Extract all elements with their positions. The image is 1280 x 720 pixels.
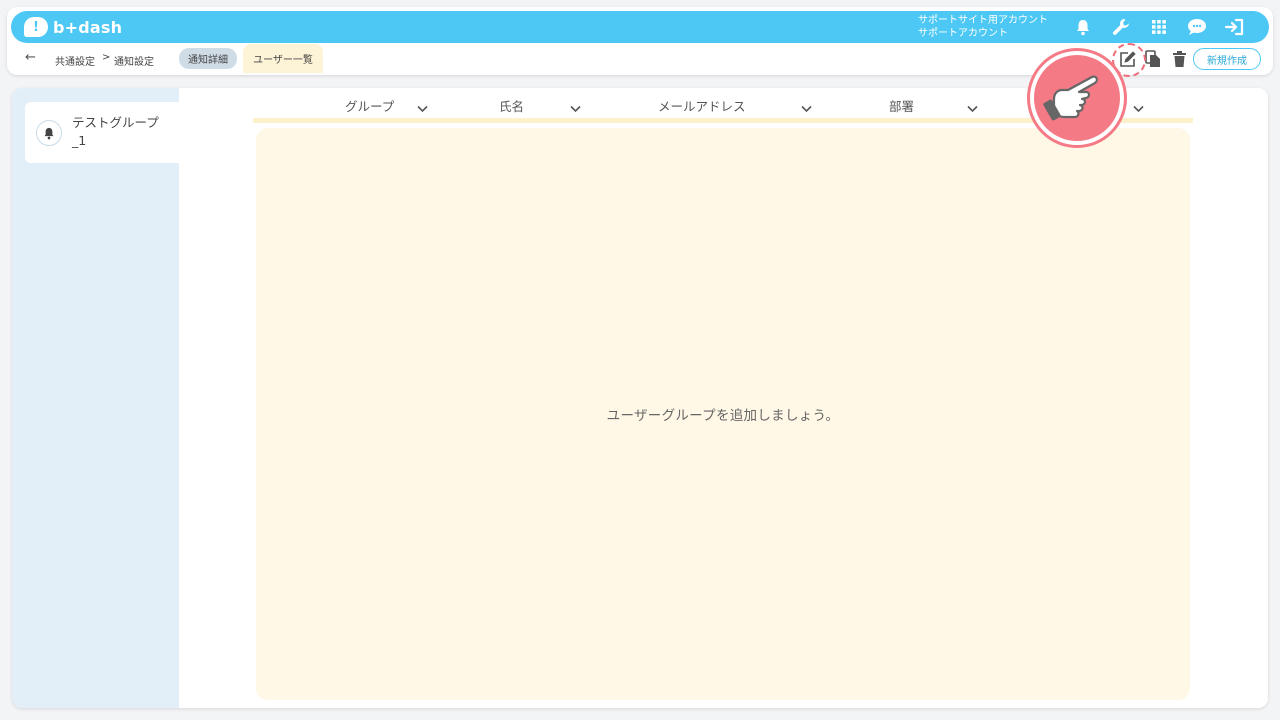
empty-state-area: ユーザーグループを追加しましょう。 bbox=[256, 128, 1190, 700]
breadcrumb-item-notification[interactable]: 通知設定 bbox=[114, 53, 154, 68]
account-role: サポートアカウント bbox=[918, 28, 1008, 39]
app-logo[interactable]: ! b+dash bbox=[24, 16, 122, 38]
tab-user-list[interactable]: ユーザー一覧 bbox=[243, 44, 323, 73]
breadcrumb-separator: > bbox=[102, 52, 111, 63]
group-sidebar: テストグループ_1 bbox=[12, 88, 185, 708]
bell-icon[interactable] bbox=[1064, 11, 1102, 43]
chevron-down-icon[interactable] bbox=[801, 98, 812, 117]
account-info[interactable]: サポートサイト用アカウント サポートアカウント bbox=[918, 14, 1048, 40]
bell-icon bbox=[36, 120, 62, 146]
account-name: サポートサイト用アカウント bbox=[918, 15, 1048, 26]
column-header-name[interactable]: 氏名 bbox=[499, 96, 524, 115]
sidebar-group-label: テストグループ_1 bbox=[72, 115, 159, 148]
back-arrow-icon[interactable]: ← bbox=[25, 50, 36, 65]
user-list-panel: グループ 氏名 メールアドレス 部署 ユーザーグループを追加しましょう。 bbox=[179, 88, 1268, 708]
logo-mark: ! bbox=[24, 17, 48, 37]
logout-icon[interactable] bbox=[1216, 11, 1254, 43]
breadcrumb-item-common[interactable]: 共通設定 bbox=[55, 53, 95, 68]
column-header-group[interactable]: グループ bbox=[345, 96, 394, 115]
chevron-down-icon[interactable] bbox=[570, 98, 581, 117]
sidebar-group-item[interactable]: テストグループ_1 bbox=[25, 102, 185, 163]
column-header-department[interactable]: 部署 bbox=[889, 96, 914, 115]
apps-grid-icon[interactable] bbox=[1140, 11, 1178, 43]
chevron-down-icon[interactable] bbox=[967, 98, 978, 117]
empty-state-message: ユーザーグループを追加しましょう。 bbox=[606, 408, 840, 424]
wrench-icon[interactable] bbox=[1102, 11, 1140, 43]
pointing-hand-icon bbox=[1030, 51, 1124, 145]
chevron-down-icon[interactable] bbox=[1133, 98, 1144, 117]
chevron-down-icon[interactable] bbox=[417, 98, 428, 117]
logo-text: b+dash bbox=[53, 17, 123, 37]
top-navigation-bar: ! b+dash サポートサイト用アカウント サポートアカウント bbox=[11, 11, 1269, 43]
chat-icon[interactable] bbox=[1178, 11, 1216, 43]
new-create-button[interactable]: 新規作成 bbox=[1193, 48, 1261, 70]
column-header-email[interactable]: メールアドレス bbox=[658, 96, 746, 115]
tab-notification-detail[interactable]: 通知詳細 bbox=[179, 48, 237, 69]
trash-icon[interactable] bbox=[1166, 48, 1192, 70]
main-card: テストグループ_1 グループ 氏名 メールアドレス 部署 ユーザーグループを追加… bbox=[12, 88, 1268, 708]
top-icon-group bbox=[1064, 11, 1254, 43]
